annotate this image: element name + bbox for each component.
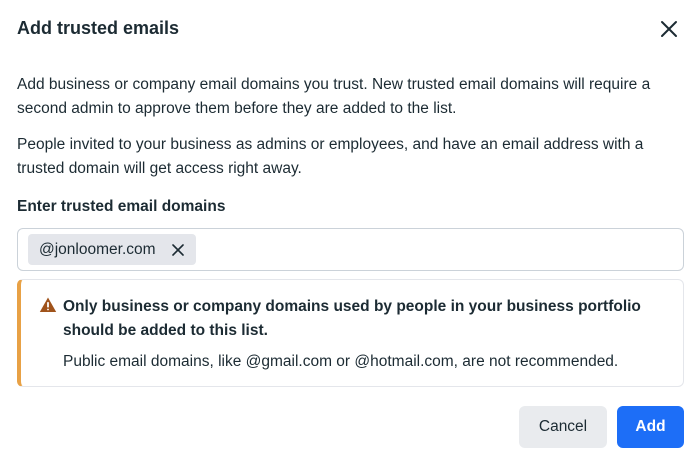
domain-chip-label: @jonloomer.com (39, 240, 156, 258)
remove-x-icon (171, 243, 184, 256)
add-button[interactable]: Add (617, 406, 684, 448)
close-icon (661, 21, 677, 37)
warning-text: Public email domains, like @gmail.com or… (63, 353, 619, 370)
warning-title: Only business or company domains used by… (63, 298, 641, 339)
warning-triangle-icon (39, 297, 57, 312)
add-trusted-emails-dialog: Add trusted emails Add business or compa… (0, 0, 700, 464)
domains-field-label: Enter trusted email domains (17, 198, 226, 215)
remove-chip-button[interactable] (170, 242, 186, 258)
access-note: People invited to your business as admin… (17, 136, 644, 177)
dialog-description: Add business or company email domains yo… (17, 76, 651, 117)
cancel-button[interactable]: Cancel (519, 406, 607, 448)
trusted-domains-input[interactable]: @jonloomer.com (17, 228, 684, 271)
warning-banner: Only business or company domains used by… (17, 279, 684, 387)
close-button[interactable] (656, 16, 682, 42)
dialog-title: Add trusted emails (17, 18, 180, 38)
domain-chip: @jonloomer.com (28, 234, 196, 265)
